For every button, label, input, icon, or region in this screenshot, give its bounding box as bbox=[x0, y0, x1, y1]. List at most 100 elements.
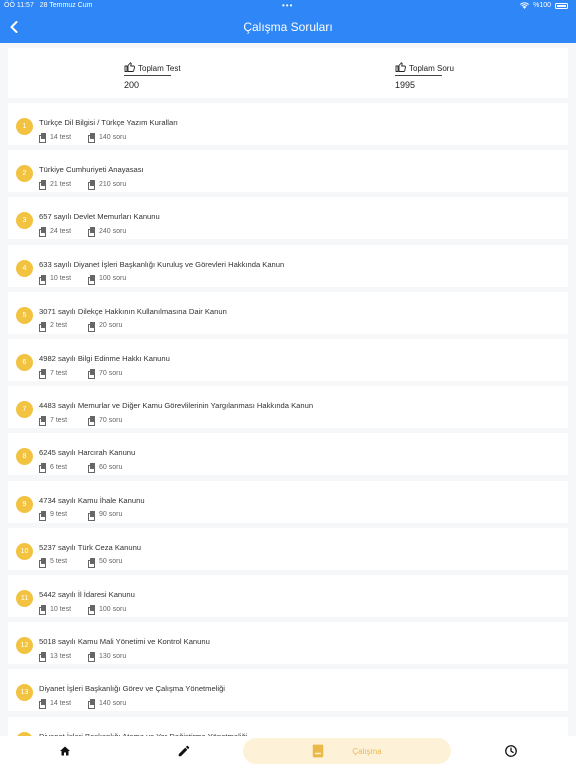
pencil-icon bbox=[178, 745, 190, 757]
bottom-tab-bar: Çalışma bbox=[0, 736, 576, 768]
item-title: Türkiye Cumhuriyeti Anayasası bbox=[39, 165, 144, 175]
item-title: Türkçe Dil Bilgisi / Türkçe Yazım Kurall… bbox=[39, 118, 178, 127]
battery-icon bbox=[555, 2, 568, 9]
item-number-badge: 1 bbox=[16, 118, 33, 135]
status-right: %100 bbox=[520, 2, 568, 9]
total-tests-value: 200 bbox=[124, 80, 140, 90]
test-count-text: 24 test bbox=[50, 227, 72, 235]
question-count-text: 90 soru bbox=[99, 511, 123, 519]
question-count: 100 soru bbox=[88, 274, 127, 285]
list-item[interactable]: 4 633 sayılı Diyanet İşleri Başkanlığı Ku… bbox=[8, 244, 568, 287]
library-books-icon bbox=[39, 180, 47, 191]
test-count-text: 2 test bbox=[50, 322, 68, 330]
test-count: 2 test bbox=[39, 321, 68, 332]
question-count: 210 soru bbox=[88, 180, 126, 191]
question-count: 60 soru bbox=[88, 463, 123, 474]
item-title: 3071 sayılı Dilekçe Hakkının Kullanılmas… bbox=[39, 306, 227, 316]
question-count: 20 soru bbox=[88, 321, 123, 332]
test-count: 6 test bbox=[39, 463, 68, 474]
item-title: 4483 sayılı Memurlar ve Diğer Kamu Görev… bbox=[39, 401, 314, 411]
status-time: ÖÖ 11:57 bbox=[4, 2, 34, 9]
list-item[interactable]: 6 4982 sayılı Bilgi Edinme Hakkı Kanunu 7 … bbox=[8, 339, 568, 381]
list-item[interactable]: 8 6245 sayılı Harcırah Kanunu 6 test 60 sor… bbox=[8, 433, 568, 476]
list-item[interactable]: 5 3071 sayılı Dilekçe Hakkının Kullanılma… bbox=[8, 291, 568, 334]
list-item[interactable]: 13 Diyanet İşleri Başkanlığı Görev ve Çal… bbox=[8, 669, 568, 712]
question-count-text: 100 soru bbox=[99, 275, 127, 283]
home-icon bbox=[60, 746, 70, 756]
test-count-text: 14 test bbox=[50, 699, 72, 707]
item-title: 6245 sayılı Harcırah Kanunu bbox=[39, 448, 136, 458]
item-number-badge: 3 bbox=[16, 212, 33, 230]
thumbs-up-icon bbox=[395, 62, 406, 72]
test-count: 14 test bbox=[39, 699, 72, 710]
battery-percent: %100 bbox=[533, 2, 551, 9]
item-title: 633 sayılı Diyanet İşleri Başkanlığı Kur… bbox=[39, 259, 285, 269]
multitask-dots-icon: ••• bbox=[282, 1, 294, 10]
total-questions-header: Toplam Soru bbox=[395, 60, 454, 73]
list-item[interactable]: 9 4734 sayılı Kamu İhale Kanunu 9 test 90 s… bbox=[8, 480, 568, 523]
list-item[interactable]: 11 5442 sayılı İl İdaresi Kanunu 10 test 10… bbox=[8, 575, 568, 617]
test-count-text: 10 test bbox=[50, 605, 72, 613]
question-count: 130 soru bbox=[88, 652, 127, 663]
summary-card: Toplam Test 200 Toplam Soru 1995 bbox=[8, 48, 568, 98]
item-number-badge: 4 bbox=[16, 259, 33, 277]
list-item[interactable]: 7 4483 sayılı Memurlar ve Diğer Kamu Göre… bbox=[8, 386, 568, 429]
total-questions-value: 1995 bbox=[395, 80, 416, 90]
library-books-icon bbox=[39, 605, 47, 615]
item-number-badge: 6 bbox=[16, 354, 33, 371]
item-number-badge: 2 bbox=[16, 165, 33, 183]
library-books-icon bbox=[39, 416, 47, 427]
question-count-text: 100 soru bbox=[99, 605, 127, 613]
list-item[interactable]: 10 5237 sayılı Türk Ceza Kanunu 5 test 50 s… bbox=[8, 527, 568, 570]
question-count-text: 70 soru bbox=[99, 369, 123, 377]
test-count-text: 13 test bbox=[50, 652, 72, 660]
question-count-text: 20 soru bbox=[99, 322, 123, 330]
total-tests-stat: Toplam Test 200 bbox=[124, 60, 181, 90]
item-title: 4734 sayılı Kamu İhale Kanunu bbox=[39, 495, 145, 505]
total-tests-header: Toplam Test bbox=[124, 60, 181, 73]
item-number-badge: 8 bbox=[16, 448, 33, 466]
topic-list[interactable]: 1 Türkçe Dil Bilgisi / Türkçe Yazım Kural… bbox=[8, 103, 568, 736]
test-count-text: 21 test bbox=[50, 180, 72, 188]
tab-study[interactable]: Çalışma bbox=[243, 738, 451, 764]
item-number-badge: 10 bbox=[16, 542, 33, 560]
question-count: 100 soru bbox=[88, 605, 127, 615]
test-count: 14 test bbox=[39, 133, 71, 143]
question-count: 50 soru bbox=[88, 557, 122, 568]
tab-history[interactable] bbox=[496, 738, 526, 764]
library-books-icon bbox=[39, 274, 47, 285]
list-item[interactable]: 2 Türkiye Cumhuriyeti Anayasası 21 test 210… bbox=[8, 150, 568, 193]
item-number-badge: 7 bbox=[16, 401, 33, 419]
item-number-badge: 11 bbox=[16, 590, 33, 607]
list-item[interactable]: 1 Türkçe Dil Bilgisi / Türkçe Yazım Kural… bbox=[8, 103, 568, 145]
library-books-icon bbox=[88, 699, 96, 710]
list-item[interactable]: 14Diyanet İşleri Başkanlığı Atama ve Yer… bbox=[8, 716, 568, 736]
clock-icon bbox=[505, 745, 517, 757]
test-count: 13 test bbox=[39, 652, 72, 663]
question-count-text: 70 soru bbox=[99, 416, 123, 424]
item-title: 657 sayılı Devlet Memurları Kanunu bbox=[39, 212, 160, 222]
tab-home[interactable] bbox=[50, 738, 80, 764]
test-count: 21 test bbox=[39, 180, 72, 191]
list-item[interactable]: 12 5018 sayılı Kamu Mali Yönetimi ve Kont… bbox=[8, 622, 568, 665]
thumbs-up-icon bbox=[124, 62, 135, 72]
tab-pencil[interactable] bbox=[169, 738, 199, 764]
test-count: 10 test bbox=[39, 274, 71, 285]
test-count-text: 7 test bbox=[50, 416, 68, 424]
list-item[interactable]: 3 657 sayılı Devlet Memurları Kanunu 24 te… bbox=[8, 197, 568, 240]
question-count: 90 soru bbox=[88, 510, 123, 521]
question-count-text: 60 soru bbox=[99, 463, 123, 471]
item-number-badge: 12 bbox=[16, 637, 33, 655]
library-books-icon bbox=[39, 133, 47, 143]
total-tests-label: Toplam Test bbox=[138, 64, 181, 73]
item-number-badge: 9 bbox=[16, 495, 33, 513]
question-count: 240 soru bbox=[88, 227, 126, 238]
item-title: 5237 sayılı Türk Ceza Kanunu bbox=[39, 542, 142, 552]
test-count-text: 6 test bbox=[50, 463, 68, 471]
library-books-icon bbox=[88, 652, 96, 663]
status-bar: ÖÖ 11:57 28 Temmuz Cum ••• %100 bbox=[0, 0, 576, 12]
question-count-text: 140 soru bbox=[99, 133, 127, 141]
question-count-text: 130 soru bbox=[99, 652, 127, 660]
app-header: ÖÖ 11:57 28 Temmuz Cum ••• %100 Çalışma … bbox=[0, 0, 576, 43]
test-count-text: 7 test bbox=[50, 369, 68, 377]
